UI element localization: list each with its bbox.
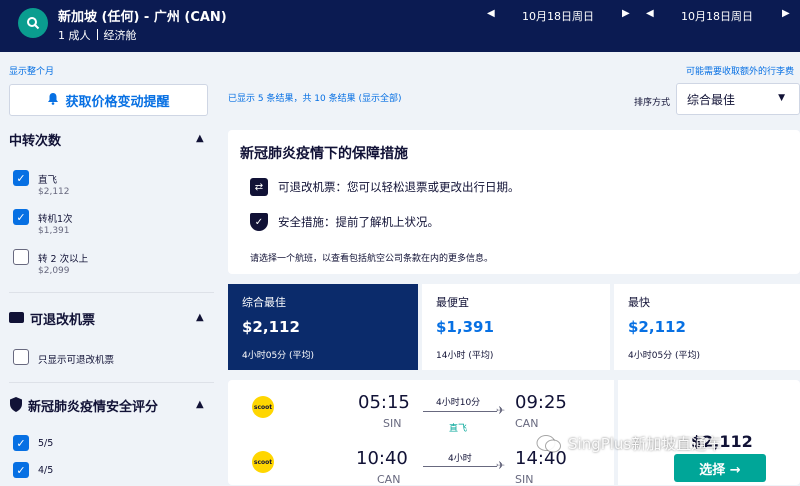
outbound-duration: 4小时10分	[436, 398, 481, 408]
next-return-date-arrow-icon[interactable]: ▶	[782, 8, 790, 19]
watermark-text: SingPlus新加坡直通车	[568, 435, 722, 453]
prev-return-date-arrow-icon[interactable]: ◀	[646, 8, 654, 19]
shield-icon	[9, 397, 23, 416]
price-alert-label: 获取价格变动提醒	[65, 94, 170, 110]
direct-checkbox[interactable]: ✓	[13, 170, 29, 186]
collapse-covid-rating-chevron-icon[interactable]: ▲	[196, 399, 204, 410]
separator	[96, 29, 98, 40]
collapse-refundable-chevron-icon[interactable]: ▲	[196, 312, 204, 323]
refundable-only-checkbox[interactable]	[13, 349, 29, 365]
return-date[interactable]: 10月18日周日	[681, 8, 753, 24]
tab-cheapest-label: 最便宜	[436, 296, 469, 309]
return-route-line	[423, 466, 497, 467]
results-count[interactable]: 已显示 5 条结果，共 10 条结果 (显示全部)	[228, 91, 402, 104]
rating-5-label: 5/5	[38, 438, 54, 449]
select-button[interactable]: 选择 →	[674, 454, 766, 482]
price-alert-button[interactable]: 获取价格变动提醒	[9, 84, 208, 116]
passenger-count: 1 成人	[58, 29, 91, 42]
two-plus-stops-checkbox[interactable]	[13, 249, 29, 265]
refundable-filter-title: 可退改机票	[30, 313, 96, 328]
next-depart-date-arrow-icon[interactable]: ▶	[622, 8, 630, 19]
route-title[interactable]: 新加坡 (任何) - 广州 (CAN)	[58, 6, 227, 25]
cabin-class: 经济舱	[103, 29, 137, 42]
direct-price: $2,112	[38, 187, 70, 197]
sort-value: 综合最佳	[687, 93, 736, 107]
covid-card-title: 新冠肺炎疫情下的保障措施	[240, 146, 408, 162]
outbound-arrive-code: CAN	[515, 417, 539, 430]
one-stop-price: $1,391	[38, 226, 70, 236]
two-plus-stops-label: 转 2 次以上	[38, 254, 89, 265]
direct-label: 直飞	[38, 175, 58, 186]
return-duration: 4小时	[448, 454, 472, 464]
tab-cheapest-price: $1,391	[436, 318, 494, 336]
covid-rating-filter-title: 新冠肺炎疫情安全评分	[28, 400, 159, 415]
stops-filter-title: 中转次数	[9, 134, 62, 149]
tab-best-duration: 4小时05分 (平均)	[242, 351, 315, 361]
return-depart-time: 10:40	[356, 448, 408, 469]
tab-cheapest-duration: 14小时 (平均)	[436, 351, 494, 361]
plane-icon: ✈	[496, 404, 506, 417]
safety-info-text: 安全措施：提前了解机上状况。	[278, 215, 439, 229]
rating-4-label: 4/5	[38, 465, 54, 476]
search-icon[interactable]	[18, 8, 48, 38]
bell-icon	[47, 92, 59, 109]
tab-fastest-label: 最快	[628, 296, 650, 309]
plane-icon: ✈	[496, 459, 506, 472]
passenger-cabin[interactable]: 1 成人 经济舱	[58, 27, 137, 43]
search-summary-bar[interactable]: 新加坡 (任何) - 广州 (CAN) 1 成人 经济舱 ◀ 10月18日周日 ▶…	[0, 0, 800, 52]
rating-4-checkbox[interactable]: ✓	[13, 462, 29, 478]
sort-label: 排序方式	[634, 98, 671, 108]
safety-info-row: ✓ 安全措施：提前了解机上状况。	[250, 213, 439, 231]
outbound-arrive-time: 09:25	[515, 392, 567, 413]
show-month-link[interactable]: 显示整个月	[9, 64, 54, 77]
outbound-stops: 直飞	[449, 424, 468, 434]
safety-shield-icon: ✓	[250, 213, 268, 231]
tab-fastest-duration: 4小时05分 (平均)	[628, 351, 701, 361]
refund-info-text: 可退改机票：您可以轻松退票或更改出行日期。	[278, 180, 520, 194]
divider	[9, 292, 214, 293]
tab-fastest-price: $2,112	[628, 318, 686, 336]
refundable-only-label: 只显示可退改机票	[38, 355, 115, 366]
return-depart-code: CAN	[377, 473, 401, 486]
sort-select[interactable]: 综合最佳 ▼	[676, 83, 800, 115]
collapse-stops-chevron-icon[interactable]: ▲	[196, 133, 204, 144]
depart-date[interactable]: 10月18日周日	[522, 8, 594, 24]
scoot-logo-icon: scoot	[252, 451, 274, 473]
tab-best-price: $2,112	[242, 318, 300, 336]
refund-info-row: ⇄ 可退改机票：您可以轻松退票或更改出行日期。	[250, 178, 520, 196]
outbound-depart-time: 05:15	[358, 392, 410, 413]
ticket-icon	[9, 312, 24, 323]
watermark: SingPlus新加坡直通车	[536, 433, 721, 454]
scoot-logo-icon: scoot	[252, 396, 274, 418]
tab-fastest[interactable]: 最快 $2,112 4小时05分 (平均)	[614, 284, 800, 370]
chevron-down-icon: ▼	[778, 93, 785, 103]
wechat-icon	[536, 434, 562, 454]
one-stop-label: 转机1次	[38, 214, 73, 225]
outbound-route-line	[423, 411, 497, 412]
covid-measures-card: 新冠肺炎疫情下的保障措施 ⇄ 可退改机票：您可以轻松退票或更改出行日期。 ✓ 安…	[228, 130, 800, 274]
refund-ticket-icon: ⇄	[250, 178, 268, 196]
outbound-depart-code: SIN	[383, 417, 402, 430]
tab-best-label: 综合最佳	[242, 296, 286, 309]
return-arrive-code: SIN	[515, 473, 534, 486]
baggage-fee-link[interactable]: 可能需要收取额外的行李费	[686, 64, 800, 77]
prev-depart-date-arrow-icon[interactable]: ◀	[487, 8, 495, 19]
tab-cheapest[interactable]: 最便宜 $1,391 14小时 (平均)	[422, 284, 610, 370]
covid-note: 请选择一个航班，以查看包括航空公司条款在内的更多信息。	[250, 254, 494, 264]
tab-best[interactable]: 综合最佳 $2,112 4小时05分 (平均)	[228, 284, 418, 370]
one-stop-checkbox[interactable]: ✓	[13, 209, 29, 225]
rating-5-checkbox[interactable]: ✓	[13, 435, 29, 451]
two-plus-stops-price: $2,099	[38, 266, 70, 276]
divider	[9, 382, 214, 383]
